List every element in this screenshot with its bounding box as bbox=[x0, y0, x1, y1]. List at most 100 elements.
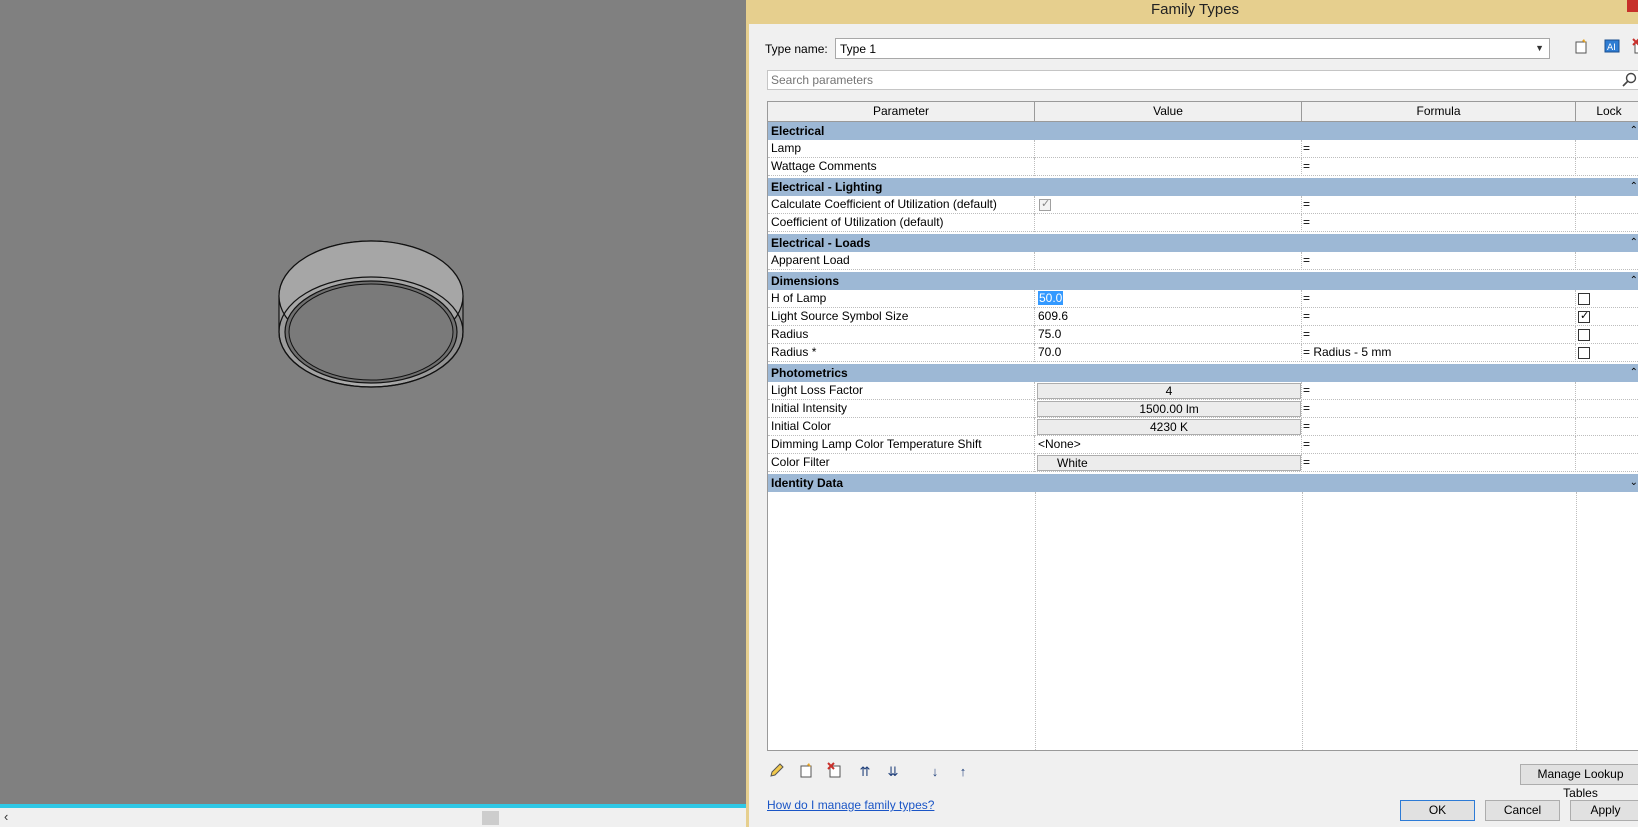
param-formula[interactable]: = bbox=[1302, 158, 1576, 176]
group-title: Electrical - Lighting bbox=[771, 180, 883, 194]
param-formula[interactable]: = bbox=[1302, 290, 1576, 308]
collapse-icon[interactable]: ⌃ bbox=[1630, 122, 1638, 140]
lock-checkbox[interactable] bbox=[1578, 329, 1590, 341]
delete-parameter-icon[interactable] bbox=[825, 762, 845, 782]
close-icon[interactable] bbox=[1627, 0, 1638, 12]
search-parameters-input[interactable] bbox=[767, 70, 1638, 90]
lock-checkbox[interactable] bbox=[1578, 347, 1590, 359]
param-value[interactable]: <None> bbox=[1035, 436, 1302, 454]
param-row-light-source-symbol-size[interactable]: Light Source Symbol Size 609.6 = ✓ bbox=[768, 308, 1638, 326]
collapse-icon[interactable]: ⌄ bbox=[1630, 474, 1638, 492]
help-link[interactable]: How do I manage family types? bbox=[767, 798, 934, 812]
manage-lookup-tables-button[interactable]: Manage Lookup Tables bbox=[1520, 764, 1638, 800]
param-row-light-loss-factor[interactable]: Light Loss Factor 4 = bbox=[768, 382, 1638, 400]
param-value[interactable] bbox=[1035, 158, 1302, 176]
param-formula[interactable]: = bbox=[1302, 140, 1576, 158]
param-formula[interactable]: = bbox=[1302, 436, 1576, 454]
collapse-icon[interactable]: ⌃ bbox=[1630, 364, 1638, 382]
column-header-value[interactable]: Value bbox=[1035, 102, 1302, 122]
group-electrical-lighting[interactable]: Electrical - Lighting ⌃ bbox=[768, 178, 1638, 196]
param-formula[interactable]: = Radius - 5 mm bbox=[1302, 344, 1576, 362]
param-value[interactable]: 609.6 bbox=[1035, 308, 1302, 326]
param-row-dimming-shift[interactable]: Dimming Lamp Color Temperature Shift <No… bbox=[768, 436, 1638, 454]
scroll-thumb[interactable] bbox=[482, 811, 499, 825]
sort-ascending-icon[interactable]: ↓ bbox=[925, 762, 945, 782]
param-row-radius-star[interactable]: Radius * 70.0 = Radius - 5 mm bbox=[768, 344, 1638, 362]
initial-color-button[interactable]: 4230 K bbox=[1037, 419, 1301, 435]
horizontal-scrollbar[interactable]: ‹ bbox=[0, 804, 746, 827]
dialog-title-bar[interactable]: Family Types bbox=[749, 0, 1638, 24]
new-type-icon[interactable] bbox=[1573, 38, 1591, 56]
collapse-icon[interactable]: ⌃ bbox=[1630, 234, 1638, 252]
group-electrical[interactable]: Electrical ⌃ bbox=[768, 122, 1638, 140]
group-electrical-loads[interactable]: Electrical - Loads ⌃ bbox=[768, 234, 1638, 252]
param-value[interactable] bbox=[1035, 214, 1302, 232]
rename-type-icon[interactable]: AI bbox=[1603, 38, 1621, 56]
search-icon[interactable] bbox=[1622, 72, 1638, 88]
param-row-cu-default[interactable]: Coefficient of Utilization (default) = bbox=[768, 214, 1638, 232]
param-row-calculate-cu[interactable]: Calculate Coefficient of Utilization (de… bbox=[768, 196, 1638, 214]
param-name: Radius * bbox=[768, 344, 1035, 362]
checkmark-icon: ✓ bbox=[1580, 310, 1590, 322]
param-formula[interactable]: = bbox=[1302, 382, 1576, 400]
param-row-apparent-load[interactable]: Apparent Load = bbox=[768, 252, 1638, 270]
param-formula[interactable]: = bbox=[1302, 454, 1576, 472]
param-value[interactable] bbox=[1035, 252, 1302, 270]
param-value[interactable]: 75.0 bbox=[1035, 326, 1302, 344]
lock-checkbox[interactable] bbox=[1578, 293, 1590, 305]
group-title: Photometrics bbox=[771, 366, 848, 380]
sort-descending-icon[interactable]: ↑ bbox=[953, 762, 973, 782]
3d-viewport[interactable]: ‹ bbox=[0, 0, 746, 827]
group-identity-data[interactable]: Identity Data ⌄ bbox=[768, 474, 1638, 492]
param-row-initial-color[interactable]: Initial Color 4230 K = bbox=[768, 418, 1638, 436]
param-name: Light Loss Factor bbox=[768, 382, 1035, 400]
lamp-model-3d bbox=[278, 240, 464, 388]
group-photometrics[interactable]: Photometrics ⌃ bbox=[768, 364, 1638, 382]
initial-intensity-button[interactable]: 1500.00 lm bbox=[1037, 401, 1301, 417]
param-lock bbox=[1576, 214, 1638, 232]
param-row-color-filter[interactable]: Color Filter White = bbox=[768, 454, 1638, 472]
param-lock: ✓ bbox=[1576, 308, 1638, 326]
cancel-button[interactable]: Cancel bbox=[1485, 800, 1560, 821]
param-row-radius[interactable]: Radius 75.0 = bbox=[768, 326, 1638, 344]
param-formula[interactable]: = bbox=[1302, 252, 1576, 270]
collapse-icon[interactable]: ⌃ bbox=[1630, 272, 1638, 290]
param-formula[interactable]: = bbox=[1302, 308, 1576, 326]
param-lock bbox=[1576, 344, 1638, 362]
param-formula[interactable]: = bbox=[1302, 418, 1576, 436]
param-formula[interactable]: = bbox=[1302, 196, 1576, 214]
delete-type-icon[interactable] bbox=[1631, 38, 1638, 56]
edit-parameter-icon[interactable] bbox=[767, 762, 787, 782]
param-row-lamp[interactable]: Lamp = bbox=[768, 140, 1638, 158]
checkmark-icon: ✓ bbox=[1041, 198, 1051, 210]
ok-button[interactable]: OK bbox=[1400, 800, 1475, 821]
param-formula[interactable]: = bbox=[1302, 326, 1576, 344]
param-lock bbox=[1576, 196, 1638, 214]
param-value[interactable] bbox=[1035, 140, 1302, 158]
group-dimensions[interactable]: Dimensions ⌃ bbox=[768, 272, 1638, 290]
column-header-lock[interactable]: Lock bbox=[1576, 102, 1638, 122]
selected-value-text[interactable]: 50.0 bbox=[1038, 291, 1064, 305]
move-down-icon[interactable]: ⇊ bbox=[883, 762, 903, 782]
param-row-h-of-lamp[interactable]: H of Lamp 50.0 = bbox=[768, 290, 1638, 308]
calculate-cu-checkbox[interactable]: ✓ bbox=[1039, 198, 1051, 211]
type-name-dropdown[interactable]: Type 1 ▼ bbox=[835, 38, 1550, 59]
collapse-icon[interactable]: ⌃ bbox=[1630, 178, 1638, 196]
param-formula[interactable]: = bbox=[1302, 214, 1576, 232]
param-lock bbox=[1576, 158, 1638, 176]
apply-button[interactable]: Apply bbox=[1570, 800, 1638, 821]
column-header-formula[interactable]: Formula bbox=[1302, 102, 1576, 122]
param-row-initial-intensity[interactable]: Initial Intensity 1500.00 lm = bbox=[768, 400, 1638, 418]
param-value[interactable]: 50.0 bbox=[1035, 290, 1302, 308]
column-header-parameter[interactable]: Parameter bbox=[768, 102, 1035, 122]
scroll-left-icon[interactable]: ‹ bbox=[4, 809, 8, 824]
param-value[interactable]: 70.0 bbox=[1035, 344, 1302, 362]
param-row-wattage-comments[interactable]: Wattage Comments = bbox=[768, 158, 1638, 176]
move-up-icon[interactable]: ⇈ bbox=[855, 762, 875, 782]
lock-checkbox[interactable]: ✓ bbox=[1578, 310, 1590, 323]
light-loss-factor-button[interactable]: 4 bbox=[1037, 383, 1301, 399]
param-name: Lamp bbox=[768, 140, 1035, 158]
color-filter-button[interactable]: White bbox=[1037, 455, 1301, 471]
new-parameter-icon[interactable] bbox=[797, 762, 817, 782]
param-formula[interactable]: = bbox=[1302, 400, 1576, 418]
